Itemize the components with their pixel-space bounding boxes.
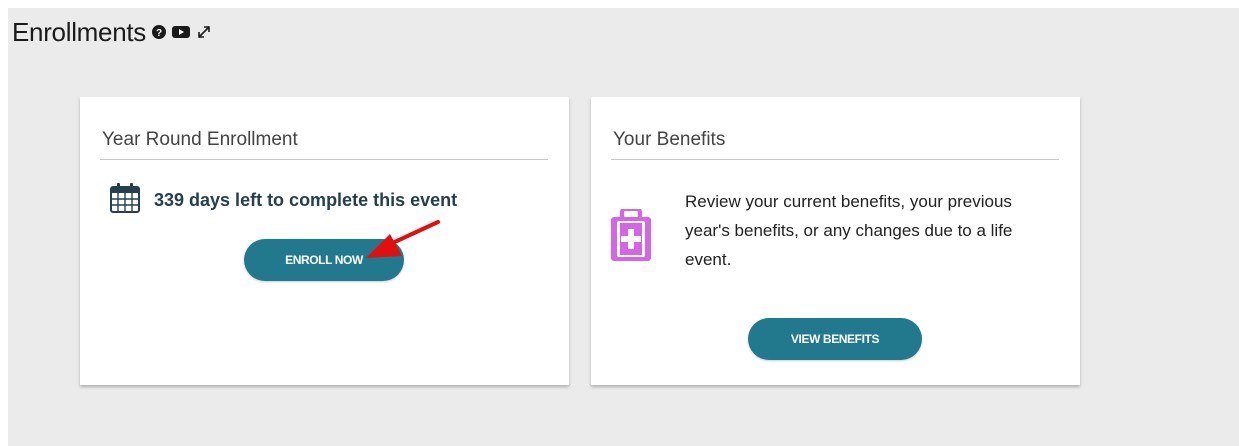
view-benefits-button[interactable]: VIEW BENEFITS: [748, 318, 922, 360]
days-left-row: 339 days left to complete this event: [110, 183, 457, 218]
page-header: Enrollments ?: [12, 12, 212, 52]
svg-text:?: ?: [156, 28, 162, 39]
annotation-arrow-icon: [360, 218, 440, 268]
help-icon[interactable]: ?: [151, 25, 166, 39]
divider: [611, 159, 1059, 160]
page-title: Enrollments: [12, 16, 146, 47]
enrollments-panel: Enrollments ? Year Round Enrollment 339 …: [8, 8, 1239, 446]
year-round-enrollment-card: Year Round Enrollment 339 days left to c…: [80, 97, 569, 385]
divider: [100, 159, 548, 160]
expand-icon[interactable]: [196, 24, 212, 40]
medical-briefcase-icon: [611, 207, 651, 266]
days-left-text: 339 days left to complete this event: [154, 190, 458, 210]
your-benefits-card: Your Benefits Review your current benefi…: [591, 97, 1080, 385]
video-icon[interactable]: [171, 25, 190, 39]
card-title: Year Round Enrollment: [102, 129, 298, 150]
calendar-icon: [110, 183, 140, 218]
benefits-description: Review your current benefits, your previ…: [685, 192, 1013, 269]
card-title: Your Benefits: [613, 129, 726, 150]
